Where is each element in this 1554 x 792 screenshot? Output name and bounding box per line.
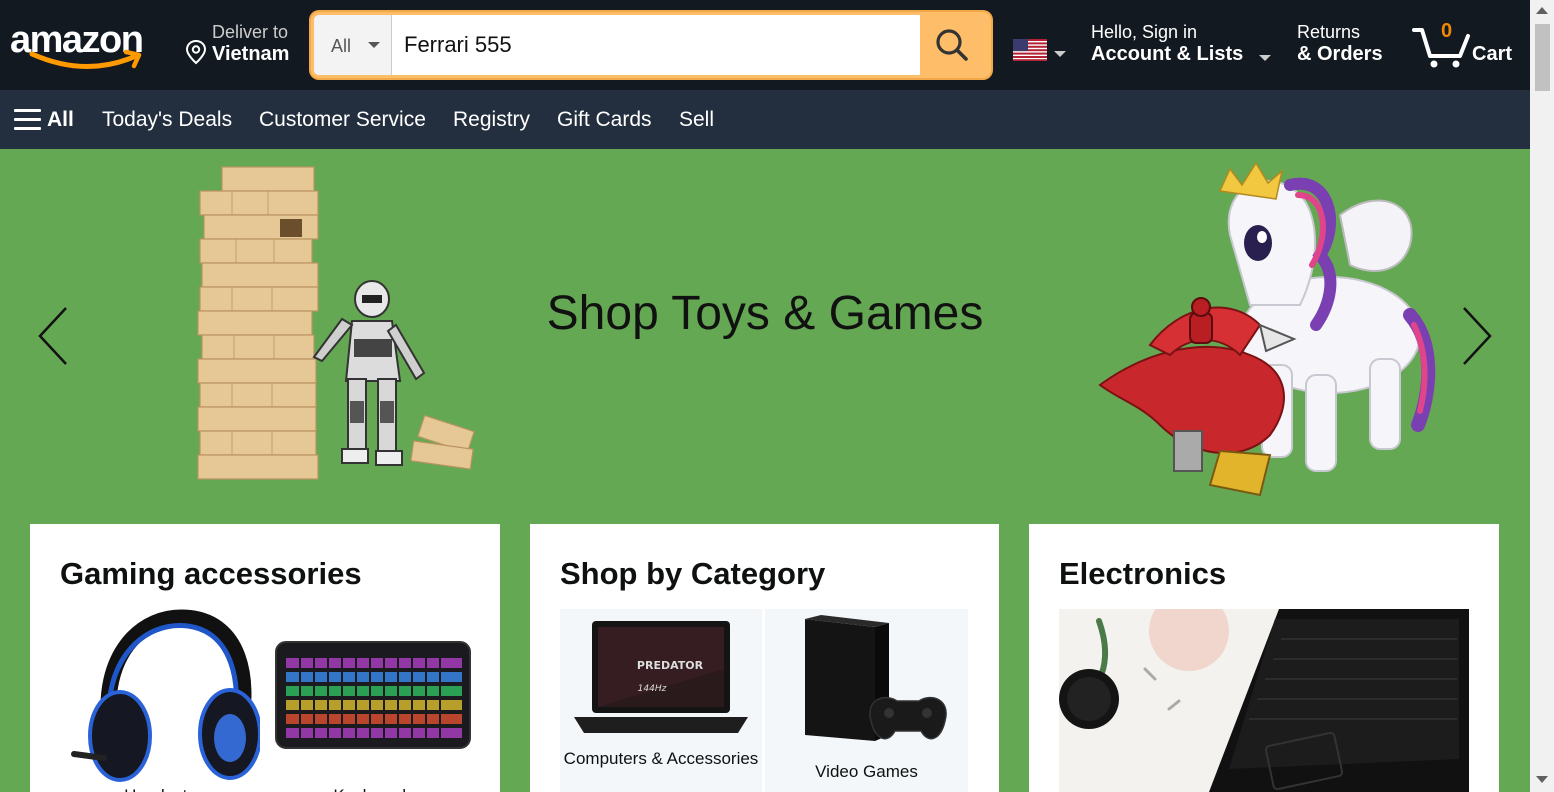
all-menu-button[interactable]: All <box>14 106 80 134</box>
language-selector[interactable] <box>1010 36 1070 66</box>
location-pin-icon <box>185 39 207 65</box>
pony-toy-image <box>1098 161 1436 497</box>
caret-down-icon <box>368 42 380 48</box>
account-greeting: Hello, Sign in <box>1091 22 1198 42</box>
search-icon <box>936 29 968 61</box>
tile-label: Video Games <box>815 762 918 781</box>
search-input[interactable] <box>394 15 919 75</box>
search-category-label: All <box>331 36 352 56</box>
scroll-up-arrow-icon[interactable] <box>1536 7 1548 14</box>
tile-computers-accessories[interactable]: PREDATOR 144Hz Computers & Accessories <box>560 609 762 792</box>
tile-headsets[interactable]: Headsets <box>60 608 260 792</box>
account-lists[interactable]: Hello, Sign in Account & Lists <box>1091 20 1276 70</box>
nav-link-todays-deals[interactable]: Today's Deals <box>102 108 232 132</box>
card-shop-by-category: Shop by Category PREDATOR 144Hz Computer… <box>530 524 999 792</box>
search-button[interactable] <box>920 15 988 75</box>
nav-link-sell[interactable]: Sell <box>679 108 714 132</box>
card-title: Gaming accessories <box>60 556 362 591</box>
console-image <box>805 615 947 741</box>
card-gaming-accessories: Gaming accessories Headsets <box>30 524 500 792</box>
laptop-image: PREDATOR 144Hz <box>574 621 748 733</box>
orders-label: & Orders <box>1297 43 1383 65</box>
nav-link-gift-cards[interactable]: Gift Cards <box>557 108 652 132</box>
cart-count: 0 <box>1441 20 1453 42</box>
us-flag-icon <box>1013 39 1047 61</box>
amazon-logo[interactable]: amazon <box>10 18 162 74</box>
tile-video-games[interactable]: Video Games <box>765 609 968 792</box>
returns-label: Returns <box>1297 22 1361 42</box>
all-menu-label: All <box>47 108 74 131</box>
scroll-down-arrow-icon[interactable] <box>1536 776 1548 783</box>
nav-link-customer-service[interactable]: Customer Service <box>259 108 426 132</box>
headset-image <box>71 609 260 782</box>
hamburger-icon <box>14 109 41 130</box>
laptop-desk-image <box>1059 609 1469 792</box>
laptop-brand-text: PREDATOR <box>637 659 704 672</box>
keyboard-image <box>275 641 471 749</box>
tile-label: Computers & Accessories <box>563 749 759 768</box>
nav-header: amazon Deliver to Vietnam All Ferrari 55… <box>0 0 1530 90</box>
caret-down-icon <box>1259 55 1271 61</box>
page-scrollbar[interactable] <box>1530 0 1554 792</box>
returns-orders[interactable]: Returns & Orders <box>1297 20 1397 70</box>
account-lists-label: Account & Lists <box>1091 43 1244 65</box>
nav-link-registry[interactable]: Registry <box>453 108 530 132</box>
tile-label: Keyboards <box>274 784 474 792</box>
tile-label: Headsets <box>60 784 260 792</box>
logo-smile-icon <box>29 49 142 69</box>
cart-label: Cart <box>1472 43 1513 65</box>
cart[interactable]: 0 Cart <box>1412 18 1522 72</box>
search-category-dropdown[interactable]: All <box>314 15 392 75</box>
chevron-right-icon[interactable] <box>1456 304 1496 368</box>
scroll-thumb[interactable] <box>1535 24 1550 91</box>
tile-keyboards[interactable]: Keyboards <box>274 608 474 792</box>
deliver-to[interactable]: Deliver to Vietnam <box>184 20 300 70</box>
search-bar: All <box>311 12 991 78</box>
card-title: Shop by Category <box>560 556 826 591</box>
card-electronics: Electronics <box>1029 524 1499 792</box>
laptop-sub-text: 144Hz <box>638 684 667 694</box>
tile-electronics[interactable] <box>1059 609 1469 792</box>
nav-subbar: All Today's Deals Customer Service Regis… <box>0 90 1530 149</box>
card-title: Electronics <box>1059 556 1227 591</box>
caret-down-icon <box>1054 51 1066 57</box>
deliver-country: Vietnam <box>212 43 290 65</box>
deliver-to-label: Deliver to <box>212 22 289 42</box>
